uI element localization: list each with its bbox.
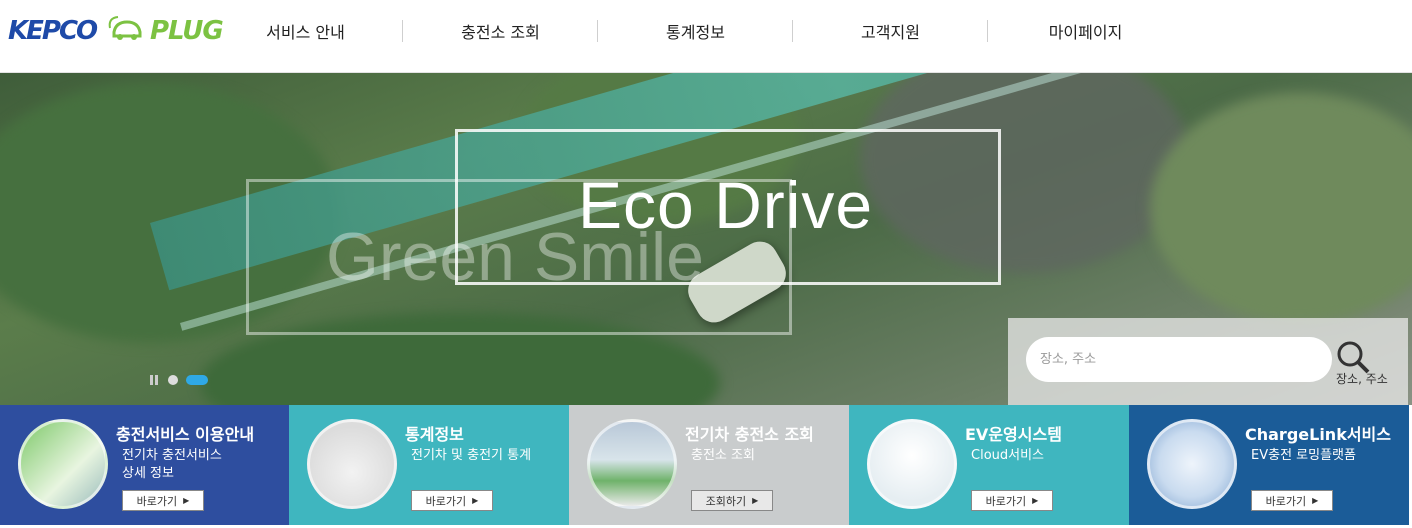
card-statistics[interactable]: 통계정보 전기차 및 충전기 통계 바로가기 ▶ <box>289 405 569 525</box>
card-desc-line: EV충전 로밍플랫폼 <box>1251 448 1356 463</box>
card-go-label: 바로가기 <box>425 494 467 508</box>
arrow-right-icon: ▶ <box>183 496 190 505</box>
kepco-plug-logo[interactable]: KEPCO PLUG <box>8 12 224 48</box>
arrow-right-icon: ▶ <box>1312 496 1319 505</box>
logo-text-kepco: KEPCO <box>8 16 98 46</box>
roaming-network-diagram <box>1147 419 1237 509</box>
nav-customer-support[interactable]: 고객지원 <box>793 0 988 62</box>
card-desc: 전기차 충전서비스 상세 정보 <box>122 447 222 483</box>
cloud-devices-photo <box>867 419 957 509</box>
arrow-right-icon: ▶ <box>472 496 479 505</box>
slider-dot-1[interactable] <box>168 375 178 385</box>
card-go-button[interactable]: 바로가기 ▶ <box>1251 490 1333 511</box>
nav-service-guide[interactable]: 서비스 안내 <box>208 0 403 62</box>
card-desc: EV충전 로밍플랫폼 <box>1251 447 1356 465</box>
card-title: ChargeLink서비스 <box>1245 425 1391 444</box>
card-desc-line: 상세 정보 <box>122 466 174 481</box>
card-chargelink-service[interactable]: ChargeLink서비스 EV충전 로밍플랫폼 바로가기 ▶ <box>1129 405 1409 525</box>
card-desc: 전기차 및 충전기 통계 <box>411 447 531 465</box>
quick-link-cards: 충전서비스 이용안내 전기차 충전서비스 상세 정보 바로가기 ▶ 통계정보 전… <box>0 405 1412 528</box>
card-go-label: 바로가기 <box>136 494 178 508</box>
card-desc-line: 충전소 조회 <box>691 448 755 463</box>
hero-headline: Eco Drive <box>578 168 874 242</box>
card-title: 통계정보 <box>405 425 464 444</box>
card-desc-line: 전기차 충전서비스 <box>122 448 222 463</box>
charging-station-photo <box>18 419 108 509</box>
card-go-button[interactable]: 바로가기 ▶ <box>411 490 493 511</box>
charging-station-cars-photo <box>587 419 677 509</box>
search-button[interactable]: 장소, 주소 <box>1334 340 1390 390</box>
card-title: EV운영시스템 <box>965 425 1062 444</box>
card-ev-operation-system[interactable]: EV운영시스템 Cloud서비스 바로가기 ▶ <box>849 405 1129 525</box>
card-go-label: 바로가기 <box>1265 494 1307 508</box>
site-header: KEPCO PLUG 서비스 안내 충전소 조회 통계정보 고객지원 마이페이지 <box>0 0 1412 73</box>
search-button-label: 장소, 주소 <box>1336 372 1388 386</box>
card-desc-line: 전기차 및 충전기 통계 <box>411 448 532 463</box>
hero-banner: Green Smile Eco Drive 장소, 주소 <box>0 73 1412 405</box>
card-title: 충전서비스 이용안내 <box>116 425 255 444</box>
nav-my-page[interactable]: 마이페이지 <box>988 0 1183 62</box>
card-desc: Cloud서비스 <box>971 447 1044 465</box>
forest-shape <box>1150 93 1412 323</box>
location-search-input[interactable] <box>1026 337 1332 382</box>
card-charging-service-guide[interactable]: 충전서비스 이용안내 전기차 충전서비스 상세 정보 바로가기 ▶ <box>0 405 289 525</box>
ev-cars-photo <box>307 419 397 509</box>
card-go-label: 바로가기 <box>985 494 1027 508</box>
card-go-button[interactable]: 바로가기 ▶ <box>122 490 204 511</box>
ev-car-plug-icon <box>108 16 142 40</box>
arrow-right-icon: ▶ <box>1032 496 1039 505</box>
slider-controls <box>150 375 208 385</box>
nav-statistics[interactable]: 통계정보 <box>598 0 793 62</box>
location-search-box: 장소, 주소 <box>1008 318 1408 405</box>
slider-pause-icon[interactable] <box>150 375 160 385</box>
card-title: 전기차 충전소 조회 <box>685 425 814 444</box>
nav-station-search[interactable]: 충전소 조회 <box>403 0 598 62</box>
card-go-label: 조회하기 <box>705 494 747 508</box>
slider-dot-2-active[interactable] <box>186 375 208 385</box>
card-desc: 충전소 조회 <box>691 447 755 465</box>
card-desc-line: Cloud서비스 <box>971 448 1045 463</box>
card-station-search[interactable]: 전기차 충전소 조회 충전소 조회 조회하기 ▶ <box>569 405 849 525</box>
arrow-right-icon: ▶ <box>752 496 759 505</box>
card-go-button[interactable]: 바로가기 ▶ <box>971 490 1053 511</box>
main-nav: 서비스 안내 충전소 조회 통계정보 고객지원 마이페이지 <box>208 0 1183 62</box>
card-go-button[interactable]: 조회하기 ▶ <box>691 490 773 511</box>
